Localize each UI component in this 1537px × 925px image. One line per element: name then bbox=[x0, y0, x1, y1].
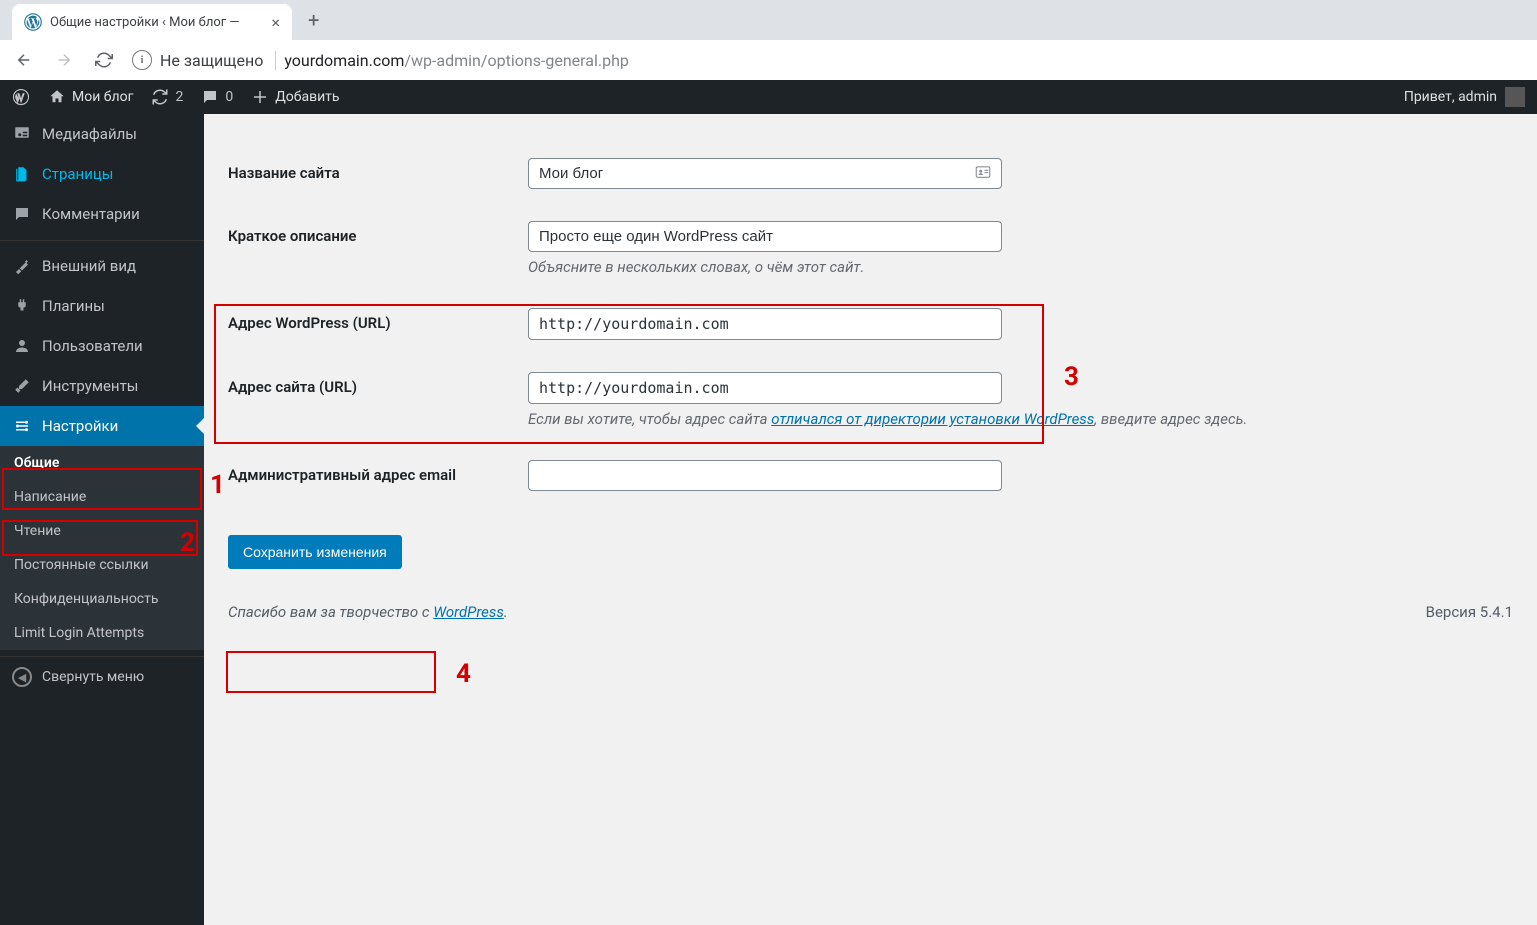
content-area: 1 2 3 4 Название сайта Краткое описание bbox=[204, 114, 1537, 925]
sidebar-label: Настройки bbox=[42, 417, 118, 435]
new-tab-button[interactable]: + bbox=[308, 8, 319, 32]
users-icon bbox=[12, 336, 32, 356]
sidebar-label: Комментарии bbox=[42, 205, 140, 223]
blogname-input[interactable] bbox=[528, 158, 1002, 189]
wordpress-link[interactable]: WordPress bbox=[433, 603, 504, 621]
submenu-item-limit-login[interactable]: Limit Login Attempts bbox=[0, 616, 204, 650]
wp-admin-bar: Мои блог 2 0 Добавить Привет, admin bbox=[0, 80, 1537, 114]
sidebar-label: Страницы bbox=[42, 165, 113, 183]
sidebar-item-tools[interactable]: Инструменты bbox=[0, 366, 204, 406]
browser-toolbar: i Не защищено yourdomain.com/wp-admin/op… bbox=[0, 40, 1537, 80]
submenu-item-privacy[interactable]: Конфиденциальность bbox=[0, 582, 204, 616]
info-icon[interactable]: i bbox=[132, 50, 152, 70]
sidebar-label: Инструменты bbox=[42, 377, 138, 395]
forward-button[interactable] bbox=[52, 48, 76, 72]
media-icon bbox=[12, 124, 32, 144]
settings-submenu: Общие Написание Чтение Постоянные ссылки… bbox=[0, 446, 204, 650]
submenu-item-writing[interactable]: Написание bbox=[0, 480, 204, 514]
submenu-item-general[interactable]: Общие bbox=[0, 446, 204, 480]
avatar bbox=[1505, 87, 1525, 107]
submenu-item-permalinks[interactable]: Постоянные ссылки bbox=[0, 548, 204, 582]
wp-logo-icon[interactable] bbox=[12, 88, 30, 106]
sidebar-label: Плагины bbox=[42, 297, 105, 315]
settings-form: Название сайта Краткое описание Объяснит… bbox=[228, 142, 1513, 507]
site-name: Мои блог bbox=[72, 89, 133, 105]
settings-icon bbox=[12, 416, 32, 436]
tagline-label: Краткое описание bbox=[228, 205, 518, 292]
browser-chrome: Общие настройки ‹ Мои блог — × + i Не за… bbox=[0, 0, 1537, 80]
tagline-desc: Объясните в нескольких словах, о чём это… bbox=[528, 258, 1503, 276]
sidebar-item-pages[interactable]: Страницы bbox=[0, 154, 204, 194]
siteurl-desc-link[interactable]: отличался от директории установки WordPr… bbox=[771, 410, 1094, 428]
add-new-link[interactable]: Добавить bbox=[251, 88, 339, 106]
sidebar-label: Внешний вид bbox=[42, 257, 136, 275]
reload-button[interactable] bbox=[92, 48, 116, 72]
collapse-icon: ◀ bbox=[12, 667, 32, 687]
save-button[interactable]: Сохранить изменения bbox=[228, 535, 402, 569]
wordpress-favicon-icon bbox=[24, 13, 42, 31]
collapse-label: Свернуть меню bbox=[42, 669, 144, 685]
sidebar-item-plugins[interactable]: Плагины bbox=[0, 286, 204, 326]
blogname-label: Название сайта bbox=[228, 142, 518, 205]
close-icon[interactable]: × bbox=[271, 13, 280, 32]
comments-icon bbox=[12, 204, 32, 224]
greeting-text: Привет, admin bbox=[1404, 89, 1497, 105]
tab-title: Общие настройки ‹ Мои блог — bbox=[50, 15, 263, 30]
sidebar-item-settings[interactable]: Настройки bbox=[0, 406, 204, 446]
pages-icon bbox=[12, 164, 32, 184]
sidebar-label: Медиафайлы bbox=[42, 125, 137, 143]
tagline-input[interactable] bbox=[528, 221, 1002, 252]
user-menu[interactable]: Привет, admin bbox=[1404, 87, 1525, 107]
collapse-menu[interactable]: ◀ Свернуть меню bbox=[0, 656, 204, 697]
appearance-icon bbox=[12, 256, 32, 276]
sidebar-item-comments[interactable]: Комментарии bbox=[0, 194, 204, 234]
browser-tab[interactable]: Общие настройки ‹ Мои блог — × bbox=[12, 4, 292, 40]
admin-email-input[interactable] bbox=[528, 460, 1002, 491]
footer: Спасибо вам за творчество с WordPress. В… bbox=[228, 569, 1513, 633]
updates-link[interactable]: 2 bbox=[151, 88, 183, 106]
annotation-1: 1 bbox=[210, 470, 225, 500]
version-text: Версия 5.4.1 bbox=[1426, 603, 1513, 621]
sidebar-item-appearance[interactable]: Внешний вид bbox=[0, 246, 204, 286]
address-bar[interactable]: i Не защищено yourdomain.com/wp-admin/op… bbox=[132, 50, 1525, 70]
wpurl-input[interactable] bbox=[528, 308, 1002, 340]
footer-thanks: Спасибо вам за творчество с WordPress. bbox=[228, 603, 508, 621]
comments-count: 0 bbox=[225, 89, 233, 105]
wpurl-label: Адрес WordPress (URL) bbox=[228, 292, 518, 356]
sidebar-item-media[interactable]: Медиафайлы bbox=[0, 114, 204, 154]
siteurl-desc: Если вы хотите, чтобы адрес сайта отлича… bbox=[528, 410, 1503, 428]
submenu-item-reading[interactable]: Чтение bbox=[0, 514, 204, 548]
back-button[interactable] bbox=[12, 48, 36, 72]
tools-icon bbox=[12, 376, 32, 396]
siteurl-label: Адрес сайта (URL) bbox=[228, 356, 518, 444]
tab-bar: Общие настройки ‹ Мои блог — × + bbox=[0, 0, 1537, 40]
annotation-box-4 bbox=[226, 651, 436, 693]
updates-count: 2 bbox=[175, 89, 183, 105]
site-link[interactable]: Мои блог bbox=[48, 88, 133, 106]
comments-link[interactable]: 0 bbox=[201, 88, 233, 106]
siteurl-input[interactable] bbox=[528, 372, 1002, 404]
sidebar-item-users[interactable]: Пользователи bbox=[0, 326, 204, 366]
url-text: yourdomain.com/wp-admin/options-general.… bbox=[284, 51, 629, 70]
annotation-4: 4 bbox=[456, 659, 471, 689]
annotation-3: 3 bbox=[1064, 362, 1079, 392]
sidebar-label: Пользователи bbox=[42, 337, 143, 355]
annotation-2: 2 bbox=[180, 528, 195, 558]
security-status: Не защищено bbox=[160, 51, 276, 70]
add-new-label: Добавить bbox=[275, 89, 339, 105]
admin-email-label: Административный адрес email bbox=[228, 444, 518, 507]
plugins-icon bbox=[12, 296, 32, 316]
admin-sidebar: Медиафайлы Страницы Комментарии Внешний … bbox=[0, 114, 204, 925]
contact-card-icon bbox=[974, 163, 992, 185]
